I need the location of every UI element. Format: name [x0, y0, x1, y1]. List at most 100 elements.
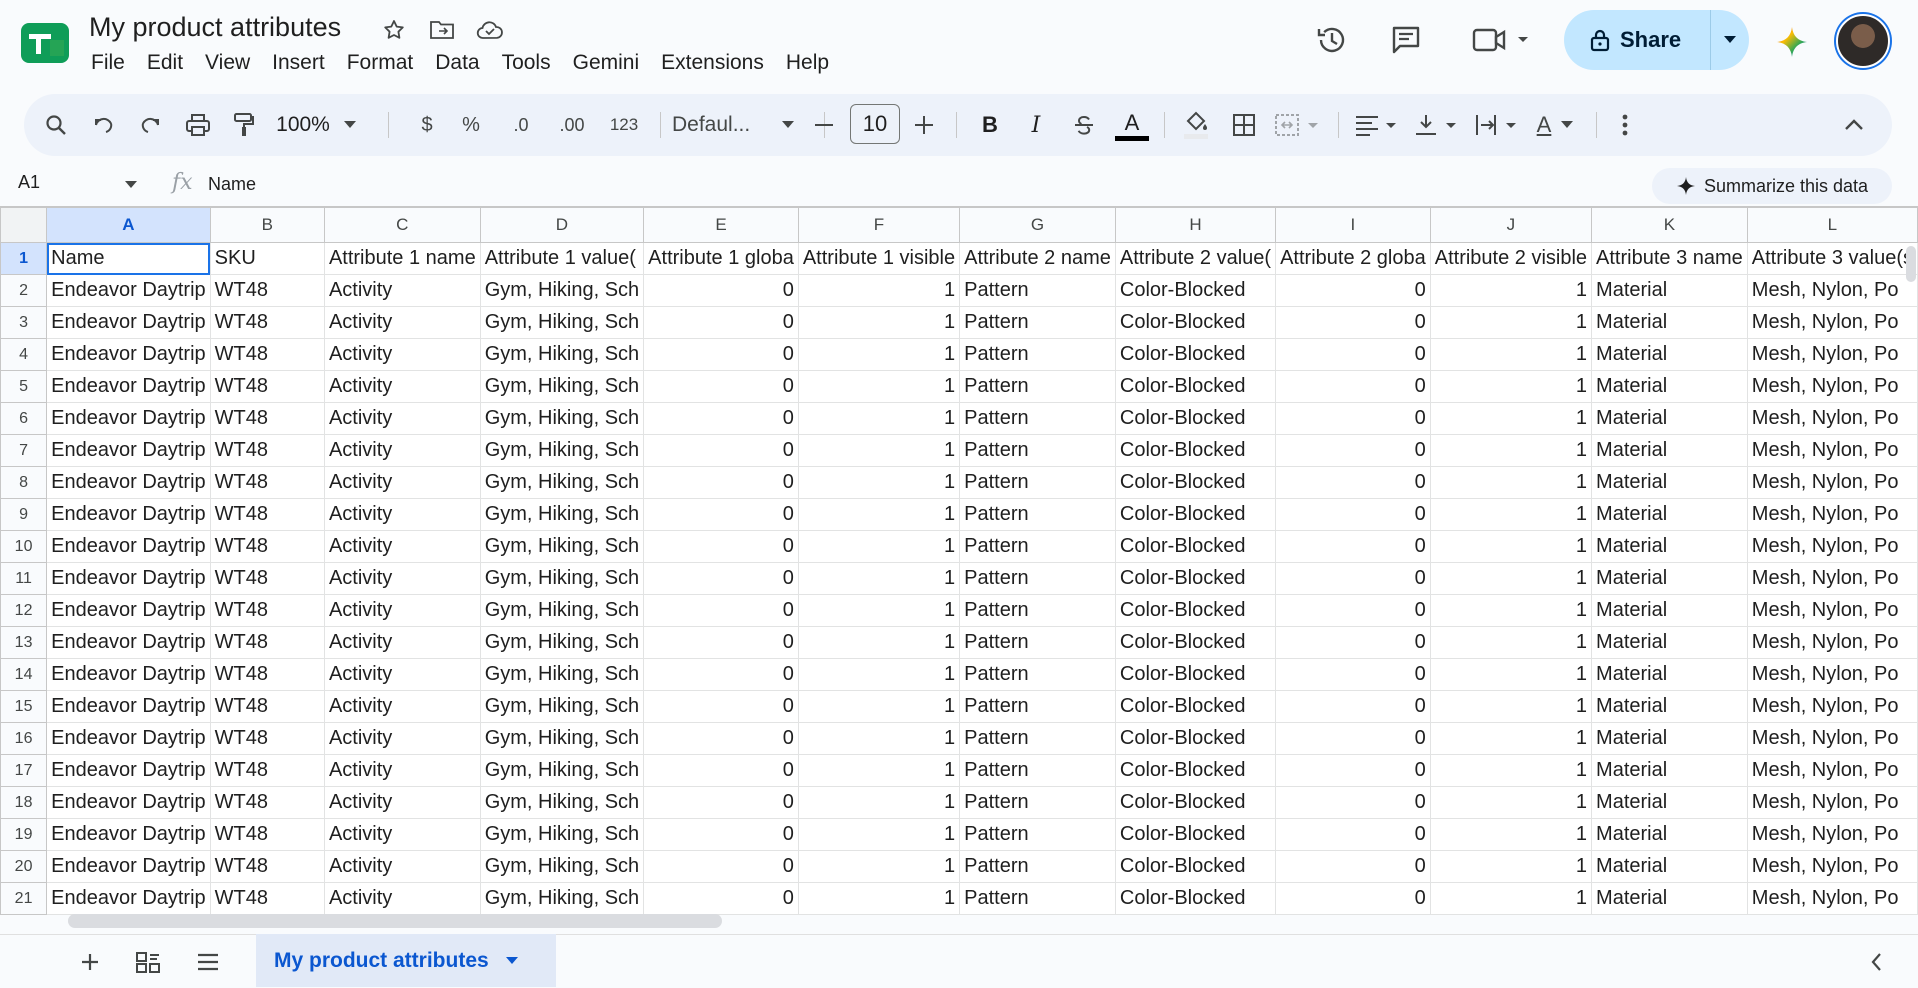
italic-button[interactable]: I — [1018, 94, 1054, 156]
data-cell[interactable]: WT48 — [209, 786, 325, 819]
data-cell[interactable]: Endeavor Daytrip — [46, 530, 211, 563]
data-cell[interactable]: 1 — [1429, 690, 1593, 723]
column-header-a[interactable]: A — [46, 207, 211, 243]
row-header[interactable]: 2 — [0, 274, 48, 307]
header-cell[interactable]: Attribute 1 globa — [643, 242, 799, 275]
collapse-toolbar-icon[interactable] — [1836, 94, 1872, 156]
select-all-corner[interactable] — [0, 207, 48, 243]
data-cell[interactable]: Pattern — [959, 722, 1116, 755]
row-header[interactable]: 1 — [0, 242, 48, 275]
data-cell[interactable]: 1 — [797, 370, 961, 403]
redo-icon[interactable] — [132, 94, 168, 156]
data-cell[interactable]: Activity — [323, 370, 481, 403]
menu-extensions[interactable]: Extensions — [650, 50, 775, 76]
data-cell[interactable]: 1 — [797, 850, 961, 883]
data-cell[interactable]: Activity — [323, 658, 481, 691]
search-menus-icon[interactable] — [38, 94, 74, 156]
data-cell[interactable]: 1 — [1429, 722, 1593, 755]
data-cell[interactable]: Mesh, Nylon, Po — [1746, 722, 1918, 755]
data-cell[interactable]: WT48 — [209, 658, 325, 691]
sheet-tab-my-product-attributes[interactable]: My product attributes — [256, 934, 556, 987]
data-cell[interactable]: Pattern — [959, 434, 1116, 467]
data-cell[interactable]: Activity — [323, 466, 481, 499]
row-header[interactable]: 20 — [0, 850, 48, 883]
horizontal-scrollbar[interactable] — [68, 914, 722, 928]
data-cell[interactable]: WT48 — [209, 594, 325, 627]
account-avatar[interactable] — [1834, 12, 1892, 70]
data-cell[interactable]: Mesh, Nylon, Po — [1746, 754, 1918, 787]
increase-decimal-button[interactable]: .00 — [550, 94, 594, 156]
data-cell[interactable]: Color-Blocked — [1114, 274, 1277, 307]
data-cell[interactable]: Mesh, Nylon, Po — [1746, 402, 1918, 435]
data-cell[interactable]: 1 — [1429, 594, 1593, 627]
menu-help[interactable]: Help — [775, 50, 840, 76]
data-cell[interactable]: Pattern — [959, 530, 1116, 563]
text-rotation-button[interactable]: A — [1528, 94, 1586, 156]
data-cell[interactable]: Endeavor Daytrip — [46, 562, 211, 595]
data-cell[interactable]: Mesh, Nylon, Po — [1746, 562, 1918, 595]
data-cell[interactable]: 1 — [1429, 562, 1593, 595]
data-cell[interactable]: 0 — [1275, 690, 1431, 723]
data-cell[interactable]: Color-Blocked — [1114, 594, 1277, 627]
data-cell[interactable]: Activity — [323, 530, 481, 563]
data-cell[interactable]: Activity — [323, 498, 481, 531]
data-cell[interactable]: Activity — [323, 434, 481, 467]
data-cell[interactable]: 0 — [1275, 530, 1431, 563]
data-cell[interactable]: 0 — [1275, 754, 1431, 787]
collapse-side-panel-icon[interactable] — [1860, 946, 1892, 978]
comments-icon[interactable] — [1386, 20, 1426, 60]
header-cell[interactable]: Attribute 3 name — [1591, 242, 1748, 275]
data-cell[interactable]: Material — [1591, 690, 1748, 723]
undo-icon[interactable] — [86, 94, 122, 156]
data-cell[interactable]: 1 — [797, 786, 961, 819]
sheet-list-icon[interactable] — [192, 946, 224, 978]
data-cell[interactable]: Material — [1591, 498, 1748, 531]
data-cell[interactable]: 0 — [1275, 786, 1431, 819]
data-cell[interactable]: Gym, Hiking, Sch — [479, 434, 645, 467]
column-header-b[interactable]: B — [209, 207, 325, 243]
data-cell[interactable]: 1 — [797, 722, 961, 755]
data-cell[interactable]: 0 — [1275, 274, 1431, 307]
data-cell[interactable]: Material — [1591, 338, 1748, 371]
data-cell[interactable]: WT48 — [209, 562, 325, 595]
menu-data[interactable]: Data — [424, 50, 490, 76]
data-cell[interactable]: Endeavor Daytrip — [46, 274, 211, 307]
data-cell[interactable]: 1 — [1429, 370, 1593, 403]
data-cell[interactable]: Gym, Hiking, Sch — [479, 530, 645, 563]
data-cell[interactable]: 0 — [1275, 498, 1431, 531]
data-cell[interactable]: Color-Blocked — [1114, 306, 1277, 339]
menu-tools[interactable]: Tools — [491, 50, 562, 76]
data-cell[interactable]: 1 — [1429, 850, 1593, 883]
more-options-icon[interactable] — [1608, 94, 1642, 156]
data-cell[interactable]: 0 — [643, 882, 799, 915]
data-cell[interactable]: Endeavor Daytrip — [46, 690, 211, 723]
data-cell[interactable]: Endeavor Daytrip — [46, 466, 211, 499]
data-cell[interactable]: Activity — [323, 274, 481, 307]
header-cell[interactable]: Name — [46, 242, 211, 275]
data-cell[interactable]: 1 — [797, 402, 961, 435]
data-cell[interactable]: 1 — [797, 466, 961, 499]
data-cell[interactable]: Color-Blocked — [1114, 434, 1277, 467]
data-cell[interactable]: Mesh, Nylon, Po — [1746, 818, 1918, 851]
data-cell[interactable]: Pattern — [959, 850, 1116, 883]
data-cell[interactable]: Pattern — [959, 338, 1116, 371]
data-cell[interactable]: Material — [1591, 722, 1748, 755]
data-cell[interactable]: 0 — [643, 498, 799, 531]
data-cell[interactable]: Gym, Hiking, Sch — [479, 786, 645, 819]
row-header[interactable]: 7 — [0, 434, 48, 467]
font-size-input[interactable]: 10 — [850, 104, 900, 144]
data-cell[interactable]: Pattern — [959, 466, 1116, 499]
data-cell[interactable]: Color-Blocked — [1114, 338, 1277, 371]
version-history-icon[interactable] — [1312, 20, 1352, 60]
data-cell[interactable]: Material — [1591, 626, 1748, 659]
data-cell[interactable]: WT48 — [209, 690, 325, 723]
data-cell[interactable]: Color-Blocked — [1114, 850, 1277, 883]
data-cell[interactable]: Activity — [323, 594, 481, 627]
data-cell[interactable]: Endeavor Daytrip — [46, 850, 211, 883]
data-cell[interactable]: 0 — [643, 690, 799, 723]
data-cell[interactable]: 0 — [1275, 626, 1431, 659]
data-cell[interactable]: Activity — [323, 786, 481, 819]
data-cell[interactable]: 1 — [797, 530, 961, 563]
data-cell[interactable]: Color-Blocked — [1114, 882, 1277, 915]
column-header-d[interactable]: D — [479, 207, 645, 243]
